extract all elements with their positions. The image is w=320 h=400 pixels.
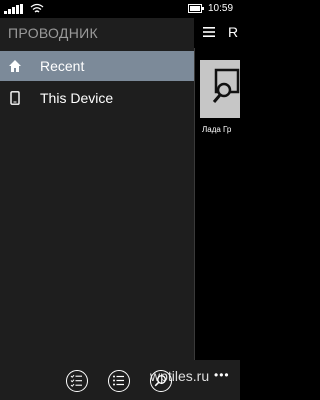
sidebar-item-label: This Device [40, 90, 114, 106]
sidebar-item-recent[interactable]: Recent [0, 51, 194, 81]
phone-icon [10, 91, 20, 105]
file-name[interactable]: Лада Гр [202, 125, 240, 134]
divider [194, 48, 195, 360]
sidebar-pane: ПРОВОДНИК Recent This Device [0, 18, 194, 400]
hamburger-menu-icon[interactable] [203, 26, 215, 38]
file-thumbnail[interactable] [200, 60, 240, 118]
list-view-button[interactable] [108, 370, 130, 392]
signal-icon [4, 4, 23, 14]
content-header-text: R [228, 24, 239, 40]
watermark: wptiles.ru [150, 368, 210, 384]
sidebar-item-label: Recent [40, 58, 85, 74]
sidebar-item-this-device[interactable]: This Device [0, 83, 194, 113]
status-bar: 10:59 [0, 0, 240, 18]
home-icon [9, 60, 21, 72]
battery-icon [188, 4, 204, 13]
more-options-button[interactable]: ••• [214, 368, 230, 382]
wifi-icon [30, 3, 44, 13]
app-title: ПРОВОДНИК [8, 25, 98, 41]
select-button[interactable] [66, 370, 88, 392]
list-icon [113, 375, 124, 386]
file-search-icon [212, 68, 240, 103]
status-clock: 10:59 [208, 3, 234, 14]
checklist-icon [70, 374, 82, 387]
